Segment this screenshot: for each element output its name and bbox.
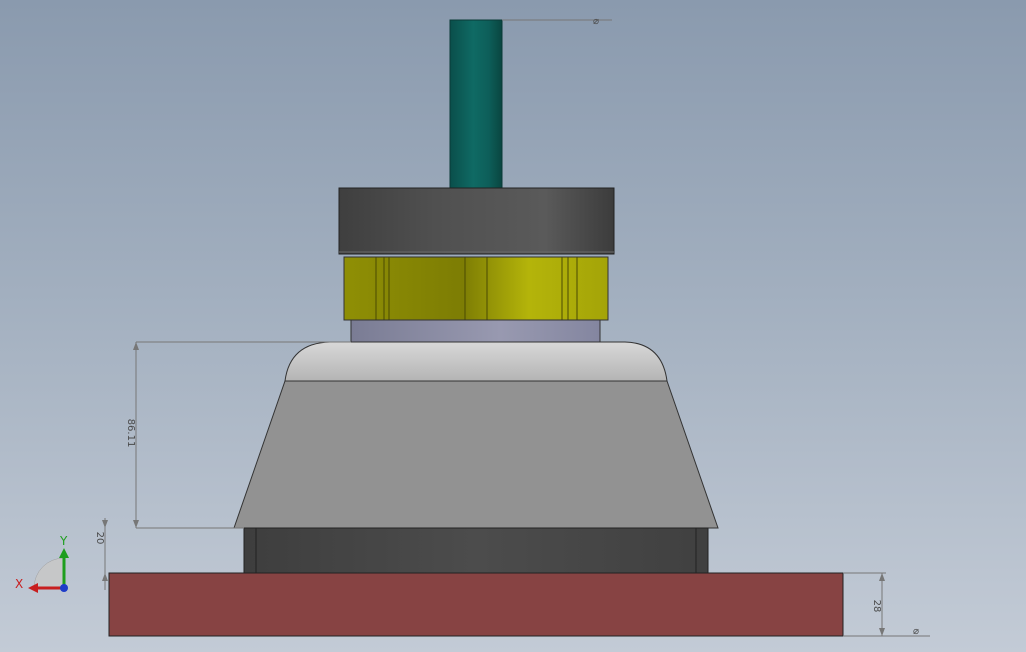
plate-dimension[interactable]: 28 ⌀ — [843, 572, 930, 637]
triad-x-label: X — [15, 577, 23, 591]
plate-dimension-value: 28 — [871, 600, 882, 613]
height-dimension-value: 86.11 — [125, 419, 136, 448]
diameter-leader-top[interactable]: ⌀ — [502, 16, 612, 27]
shaft-part[interactable] — [449, 19, 503, 189]
reference-triad[interactable]: Y X — [15, 534, 69, 593]
lavender-band-part[interactable] — [350, 319, 601, 343]
gray-hood-part[interactable] — [233, 341, 719, 529]
gap-dimension[interactable]: 20 — [94, 518, 108, 590]
base-plate-part[interactable] — [108, 572, 844, 637]
yellow-ring-part[interactable] — [343, 256, 609, 321]
dark-base-block-part[interactable] — [243, 527, 709, 574]
gap-dimension-value: 20 — [94, 532, 105, 545]
triad-y-label: Y — [59, 534, 68, 548]
diameter-symbol-top: ⌀ — [593, 16, 599, 27]
top-cap-part[interactable] — [338, 187, 615, 255]
cad-viewport[interactable]: ⌀ 86.11 20 28 ⌀ Y X — [0, 0, 1026, 652]
diameter-symbol-bottom: ⌀ — [913, 626, 919, 637]
